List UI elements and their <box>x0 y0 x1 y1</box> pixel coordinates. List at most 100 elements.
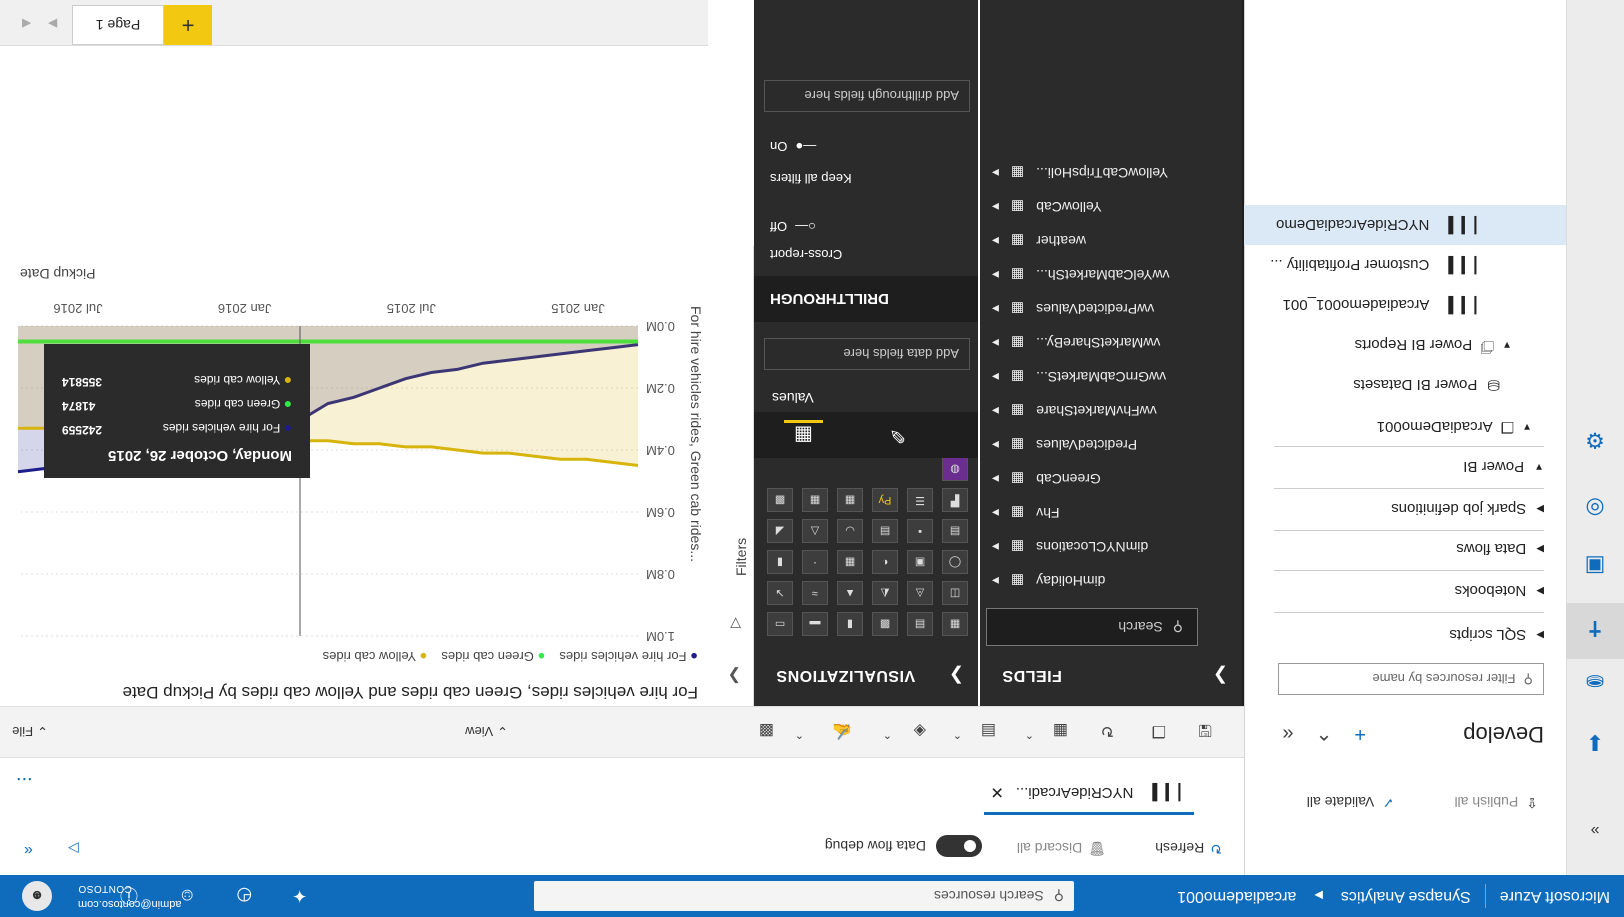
values-dropzone[interactable]: Add data fields here <box>764 338 970 370</box>
tree-section-dataflows[interactable]: ▶ Data flows <box>1244 529 1566 569</box>
validate-all-button[interactable]: ✓ Validate all <box>1307 794 1394 812</box>
visual-type-icon[interactable]: ▮ <box>767 550 793 574</box>
tree-section-powerbi[interactable]: ▼ Power BI <box>1244 447 1566 487</box>
add-resource-icon[interactable]: + <box>1354 720 1366 745</box>
view-menu[interactable]: ⌄ View <box>465 723 508 739</box>
chevron-down-icon[interactable]: ⌃ <box>883 728 892 741</box>
visual-type-icon[interactable]: ▮ <box>837 612 863 636</box>
field-table[interactable]: dimHoliday ▦ ▶ <box>992 566 1105 596</box>
filters-strip[interactable]: ❯ ▽ Filters <box>710 246 754 706</box>
field-table[interactable]: vwFhvMarketShare ▦ ▶ <box>992 396 1157 426</box>
file-menu[interactable]: ⌄ File <box>12 723 48 739</box>
visual-type-icon[interactable]: ≈ <box>802 581 828 605</box>
run-icon[interactable]: ▷ <box>68 840 79 857</box>
field-table[interactable]: YellowCab ▦ ▶ <box>992 192 1102 222</box>
visual-type-icon[interactable]: ⋅ <box>802 550 828 574</box>
visual-type-icon[interactable]: ◢ <box>767 519 793 543</box>
brand-link[interactable]: Microsoft Azure <box>1486 887 1624 905</box>
format-paint-icon[interactable]: ✎ <box>889 423 906 448</box>
field-table[interactable]: vwGrnCabMarketS... ▦ ▶ <box>992 362 1166 392</box>
chart-visual[interactable]: For hire vehicles rides, Green cab rides… <box>0 256 708 706</box>
visual-type-icon[interactable]: ▣ <box>907 550 933 574</box>
visual-type-icon[interactable]: ◍ <box>942 457 968 481</box>
tree-workspace[interactable]: ▼ ❐ ArcadiaDemo001 <box>1244 407 1566 447</box>
notifications-icon[interactable]: ✦ <box>292 886 307 907</box>
field-table[interactable]: YellowCabTripsHoli... ▦ ▶ <box>992 158 1168 188</box>
user-info[interactable]: admin@contoso.com CONTOSO <box>78 881 182 911</box>
python-visual-icon[interactable]: Py <box>872 488 898 512</box>
tree-datasets[interactable]: ⛁ Power BI Datasets <box>1244 365 1566 405</box>
data-icon[interactable]: ⛂ <box>1580 667 1610 697</box>
visual-type-icon[interactable]: ▩ <box>767 488 793 512</box>
visual-type-icon[interactable]: ▩ <box>872 612 898 636</box>
document-tab[interactable]: ▏▎▍ NYCRideArcadi... ✕ <box>984 773 1194 815</box>
shapes-icon[interactable]: ◈ <box>914 721 926 741</box>
fields-search-input[interactable]: ⚲ Search <box>986 608 1198 646</box>
cross-report-toggle[interactable]: ○― Off <box>770 219 816 234</box>
textbox-icon[interactable]: ▤ <box>981 721 996 741</box>
visual-type-icon[interactable]: ◫ <box>942 581 968 605</box>
field-table[interactable]: Fhv ▦ ▶ <box>992 498 1060 528</box>
refresh-visuals-icon[interactable]: ↻ <box>1101 721 1114 741</box>
field-table[interactable]: vwMarketShareBy... ▦ ▶ <box>992 328 1160 358</box>
tree-section-sql[interactable]: ▶ SQL scripts <box>1244 615 1566 655</box>
visual-type-icon[interactable]: ▭ <box>767 612 793 636</box>
visual-type-icon[interactable]: ▦ <box>837 488 863 512</box>
visual-type-icon[interactable]: △ <box>802 519 828 543</box>
visual-type-icon[interactable]: ▛ <box>942 488 968 512</box>
prev-page-icon[interactable]: ◀ <box>22 17 31 31</box>
expand-filters-icon[interactable]: ❯ <box>728 666 741 686</box>
visual-type-icon[interactable]: ▦ <box>837 550 863 574</box>
visual-type-icon[interactable]: ◡ <box>837 519 863 543</box>
manage-icon[interactable]: ⚙ <box>1580 425 1610 455</box>
field-table[interactable]: vwYelCabMarketSh... ▦ ▶ <box>992 260 1169 290</box>
tree-section-notebooks[interactable]: ▶ Notebooks <box>1244 571 1566 611</box>
page-layout-icon[interactable]: ▦ <box>1053 721 1068 741</box>
avatar[interactable]: ☻ <box>22 881 52 911</box>
visual-type-icon[interactable]: ▬ <box>802 612 828 636</box>
chevron-down-icon[interactable]: ⌃ <box>795 728 804 741</box>
more-options-icon[interactable]: ... <box>16 772 33 795</box>
visual-type-icon[interactable]: ▦ <box>802 488 828 512</box>
page-tab[interactable]: Page 1 <box>72 5 164 45</box>
field-table[interactable]: GreenCab ▦ ▶ <box>992 464 1101 494</box>
visual-type-icon[interactable]: ▤ <box>872 519 898 543</box>
visual-type-icon[interactable]: ◯ <box>942 550 968 574</box>
comment-icon[interactable]: ✍ <box>832 721 852 741</box>
refresh-button[interactable]: ↻ Refresh <box>1155 840 1222 858</box>
tree-reports[interactable]: ▼ 🗇 Power BI Reports <box>1244 325 1566 365</box>
data-flow-debug-toggle[interactable]: Data flow debug <box>825 835 982 857</box>
visual-type-icon[interactable]: ▪ <box>907 519 933 543</box>
visual-type-icon[interactable]: ▦ <box>942 612 968 636</box>
chevron-down-icon[interactable]: ⌃ <box>1025 728 1034 741</box>
field-table[interactable]: vwPredictedValues ▦ ▶ <box>992 294 1154 324</box>
copy-icon[interactable]: ❐ <box>1152 721 1166 741</box>
visual-type-icon[interactable]: ☰ <box>907 488 933 512</box>
develop-icon[interactable]: ✝ <box>1580 613 1610 643</box>
chevron-down-icon[interactable]: ⌃ <box>953 728 962 741</box>
save-icon[interactable]: 🖫 <box>1198 714 1212 741</box>
orchestrate-icon[interactable]: ▣ <box>1580 551 1610 581</box>
visual-type-icon[interactable]: ▤ <box>907 612 933 636</box>
field-table[interactable]: weather ▦ ▶ <box>992 226 1086 256</box>
collapse-icon[interactable]: « <box>24 841 33 859</box>
resource-search-input[interactable]: ⚲ Search resources <box>534 881 1074 911</box>
visual-type-icon[interactable]: ◭ <box>872 581 898 605</box>
close-tab-icon[interactable]: ✕ <box>990 783 1003 803</box>
publish-all-button[interactable]: ⇪ Publish all <box>1454 794 1538 812</box>
service-link[interactable]: Synapse Analytics <box>1327 887 1485 905</box>
keep-filters-toggle[interactable]: ―● On <box>770 139 816 154</box>
help-icon[interactable]: ◴ <box>236 886 252 907</box>
visual-type-icon[interactable]: ▤ <box>942 519 968 543</box>
discard-all-button[interactable]: 🗑 Discard all <box>1017 840 1106 858</box>
tree-report-item[interactable]: ▏▎▍ Customer Profitability ... <box>1244 245 1566 285</box>
field-table[interactable]: PredictedValues ▦ ▶ <box>992 430 1137 460</box>
viz-collapse-icon[interactable]: ❯ <box>949 665 964 686</box>
visual-type-icon[interactable]: ◬ <box>907 581 933 605</box>
fields-well-icon[interactable]: ▦ <box>784 420 823 448</box>
field-table[interactable]: dimNYCLocations ▦ ▶ <box>992 532 1148 562</box>
fields-collapse-icon[interactable]: ❯ <box>1213 665 1228 686</box>
drillthrough-dropzone[interactable]: Add drillthrough fields here <box>764 80 970 112</box>
filter-resources-input[interactable]: ⚲ Filter resources by name <box>1278 663 1544 695</box>
collapse-all-icon[interactable]: ⌃ <box>1316 720 1333 745</box>
